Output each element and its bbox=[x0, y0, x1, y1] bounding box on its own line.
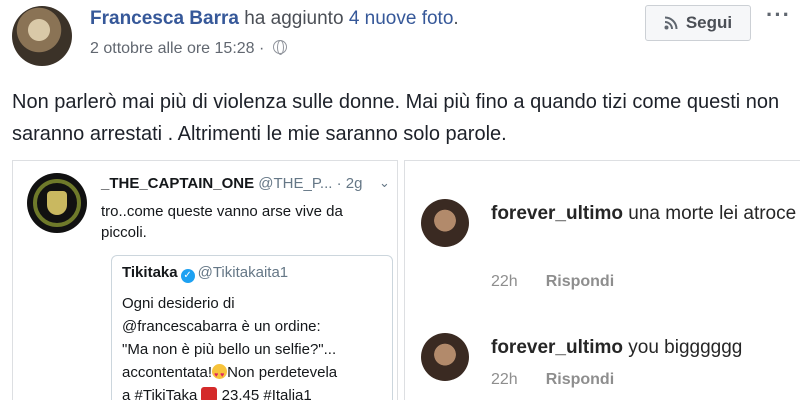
comment-time: 22h bbox=[491, 273, 518, 290]
comment-meta: 22h Rispondi bbox=[491, 371, 614, 389]
rss-icon bbox=[664, 16, 678, 30]
chevron-down-icon: ⌄ bbox=[379, 175, 390, 190]
quote-line: "Ma non è più bello un selfie?"... bbox=[122, 341, 337, 358]
quote-line: a #TikiTaka 23.45 #Italia1 bbox=[122, 384, 392, 400]
comment-text: una morte lei atroce bbox=[622, 203, 797, 224]
comment-body: forever_ultimo you bigggggg bbox=[491, 333, 800, 363]
follow-label: Segui bbox=[685, 13, 733, 32]
comment-meta: 22h Rispondi bbox=[491, 273, 614, 291]
tweet-text: tro..come queste vanno arse vive da picc… bbox=[101, 203, 343, 241]
author-name[interactable]: Francesca Barra bbox=[90, 8, 239, 29]
quote-author-line: Tikitaka ✓ @Tikitakaita1 bbox=[122, 264, 288, 283]
tv-emoji-icon bbox=[201, 387, 218, 400]
post-header: Francesca Barra ha aggiunto 4 nuove foto… bbox=[0, 0, 800, 72]
quote-fragment: Non perdetevela bbox=[227, 364, 338, 381]
commenter-avatar bbox=[421, 333, 469, 381]
heart-eyes-emoji-icon bbox=[212, 364, 228, 387]
post-text: Non parlerò mai più di violenza sulle do… bbox=[12, 91, 780, 145]
author-avatar[interactable] bbox=[12, 6, 72, 66]
author-action: ha aggiunto bbox=[238, 8, 349, 29]
quoted-tweet-card: Tikitaka ✓ @Tikitakaita1 Ogni desiderio di… bbox=[111, 255, 393, 400]
verified-icon: ✓ bbox=[180, 269, 195, 283]
quote-author-name: Tikitaka bbox=[122, 264, 178, 281]
reply-link: Rispondi bbox=[545, 371, 615, 388]
comment-text: you bigggggg bbox=[622, 337, 743, 358]
quote-handle: @Tikitakaita1 bbox=[197, 264, 289, 281]
post-timestamp[interactable]: 2 ottobre alle ore 15:28 · bbox=[90, 40, 269, 57]
comment-user: forever_ultimo bbox=[491, 337, 623, 358]
post-timestamp-line: 2 ottobre alle ore 15:28 · bbox=[90, 40, 287, 58]
tweet-handle: @THE_P... · 2g bbox=[254, 175, 363, 192]
follow-button[interactable]: Segui bbox=[645, 5, 751, 41]
quote-line: @francescabarra è un ordine: bbox=[122, 318, 321, 335]
photo-comments-screenshot[interactable]: forever_ultimo una morte lei atroce 22h R… bbox=[404, 160, 800, 400]
comment-user: forever_ultimo bbox=[491, 203, 623, 224]
more-options-icon[interactable]: ··· bbox=[766, 2, 791, 28]
quote-line: accontentata! Non perdetevela bbox=[122, 361, 392, 387]
tweet-author-line: _THE_CAPTAIN_ONE @THE_P... · 2g bbox=[101, 175, 362, 192]
tweet-author-name: _THE_CAPTAIN_ONE bbox=[101, 175, 255, 192]
comment-body: forever_ultimo una morte lei atroce bbox=[491, 199, 800, 229]
comment-time: 22h bbox=[491, 371, 518, 388]
quote-fragment: 23.45 #Italia1 bbox=[217, 387, 312, 400]
quote-line: Ogni desiderio di bbox=[122, 295, 235, 312]
globe-icon[interactable] bbox=[272, 40, 287, 55]
commenter-avatar bbox=[421, 199, 469, 247]
photo-grid: _THE_CAPTAIN_ONE @THE_P... · 2g ⌄ tro..c… bbox=[0, 158, 800, 400]
quote-fragment: accontentata! bbox=[122, 364, 213, 381]
tweet-author-avatar bbox=[27, 173, 87, 233]
quote-fragment: a #TikiTaka bbox=[122, 387, 202, 400]
author-line: Francesca Barra ha aggiunto 4 nuove foto… bbox=[90, 8, 459, 30]
quote-text: Ogni desiderio di @francescabarra è un o… bbox=[122, 292, 392, 400]
photo-tweet-screenshot[interactable]: _THE_CAPTAIN_ONE @THE_P... · 2g ⌄ tro..c… bbox=[12, 160, 398, 400]
action-suffix: . bbox=[453, 8, 459, 29]
reply-link: Rispondi bbox=[545, 273, 615, 290]
photos-link[interactable]: 4 nuove foto bbox=[349, 8, 454, 29]
